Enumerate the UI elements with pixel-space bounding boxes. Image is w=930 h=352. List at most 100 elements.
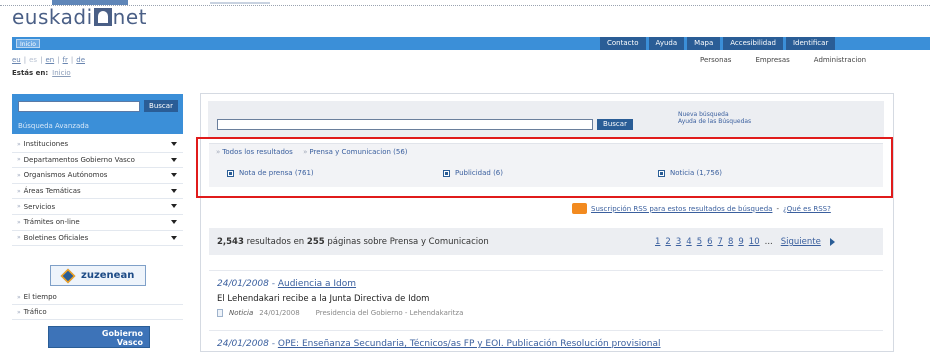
result-divider: [209, 330, 883, 331]
rss-what-link[interactable]: ¿Qué es RSS?: [783, 205, 831, 213]
result-date: 24/01/2008: [217, 279, 269, 289]
bullet-icon: »: [17, 308, 21, 316]
sidebar-item-label: Trámites on-line: [23, 218, 80, 227]
bullet-icon: »: [17, 203, 21, 211]
sidebar-item-tramites[interactable]: » Trámites on-line: [12, 215, 183, 231]
result-title-text: Audiencia a Idom: [277, 279, 357, 289]
sidebar-item-label: Servicios: [23, 202, 56, 211]
zuzenean-logo-icon: [60, 268, 76, 283]
rss-separator: -: [776, 204, 779, 213]
gobierno-vasco-banner[interactable]: Gobierno Vasco: [48, 326, 150, 348]
bullet-icon: »: [17, 171, 21, 179]
inicio-button[interactable]: Inicio: [16, 39, 40, 48]
result-title-2[interactable]: 24/01/2008 - OPE: Enseñanza Secundaria, …: [217, 339, 661, 349]
logo-text-right: net: [112, 5, 147, 29]
sidebar-item-organismos[interactable]: » Organismos Autónomos: [12, 168, 183, 184]
sidebar-item-label: Instituciones: [23, 140, 69, 149]
results-summary: 2,543 resultados en 255 páginas sobre Pr…: [217, 237, 489, 247]
sidebar-extra-links: » El tiempo » Tráfico: [12, 290, 183, 320]
zuzenean-banner[interactable]: zuzenean: [50, 265, 146, 286]
sidebar-item-trafico[interactable]: » Tráfico: [12, 305, 183, 320]
page-link[interactable]: 4: [686, 237, 691, 247]
next-page-link[interactable]: Siguiente: [781, 237, 821, 247]
lang-fr[interactable]: fr: [63, 56, 68, 64]
chevron-down-icon: [171, 142, 177, 146]
sidebar-item-tiempo[interactable]: » El tiempo: [12, 290, 183, 305]
highlight-annotation: [196, 137, 893, 198]
result-divider: [209, 270, 883, 271]
page-link[interactable]: 2: [665, 237, 670, 247]
page-link[interactable]: 8: [728, 237, 733, 247]
tab-contacto[interactable]: Contacto: [600, 37, 646, 50]
zuzenean-label: zuzenean: [81, 270, 135, 281]
breadcrumb-label: Estás en:: [12, 69, 49, 77]
results-text: páginas sobre Prensa y Comunicacion: [327, 237, 489, 247]
sidebar-item-label: Áreas Temáticas: [23, 187, 81, 196]
logo-text-left: euskadi: [12, 5, 93, 29]
sidebar-search-input[interactable]: [18, 101, 140, 112]
sidebar-item-label: Boletines Oficiales: [23, 233, 89, 242]
tab-accesibilidad[interactable]: Accesibilidad: [723, 37, 783, 50]
result-meta-date: 24/01/2008: [259, 309, 300, 317]
lang-en[interactable]: en: [45, 56, 54, 64]
top-nav-tabs: Contacto Ayuda Mapa Accesibilidad Identi…: [600, 37, 836, 50]
result-meta: Noticia 24/01/2008 Presidencia del Gobie…: [217, 309, 463, 317]
page-link[interactable]: 10: [749, 237, 760, 247]
sidebar-menu: » Instituciones » Departamentos Gobierno V…: [12, 137, 183, 247]
page-link[interactable]: 3: [676, 237, 681, 247]
results-text: resultados en: [246, 237, 305, 247]
search-input[interactable]: [217, 119, 593, 130]
page-link[interactable]: 6: [707, 237, 712, 247]
page-link[interactable]: 1: [655, 237, 660, 247]
bullet-icon: »: [17, 218, 21, 226]
result-title-1[interactable]: 24/01/2008 - Audiencia a Idom: [217, 279, 356, 289]
rss-bar: Suscripción RSS para estos resultados de…: [572, 203, 831, 214]
page-link[interactable]: 5: [697, 237, 702, 247]
page-link[interactable]: 9: [738, 237, 743, 247]
sidebar-item-label: Tráfico: [23, 308, 47, 316]
chevron-down-icon: [171, 204, 177, 209]
header-decoration: [210, 2, 270, 4]
link-administracion[interactable]: Administracion: [814, 56, 866, 64]
audience-links: Personas Empresas Administracion: [700, 56, 866, 64]
chevron-down-icon: [171, 188, 177, 193]
sidebar-item-servicios[interactable]: » Servicios: [12, 199, 183, 215]
bullet-icon: »: [17, 140, 21, 148]
tab-mapa[interactable]: Mapa: [687, 37, 721, 50]
pagination: 1 2 3 4 5 6 7 8 9 10 ... Siguiente: [655, 237, 835, 247]
search-button[interactable]: Buscar: [597, 119, 633, 130]
chevron-down-icon: [171, 235, 177, 240]
logo-square-icon: [93, 8, 112, 26]
page-link[interactable]: 7: [718, 237, 723, 247]
sidebar-item-departamentos[interactable]: » Departamentos Gobierno Vasco: [12, 153, 183, 169]
lang-de[interactable]: de: [76, 56, 85, 64]
new-search-link[interactable]: Nueva búsqueda: [678, 111, 751, 118]
document-icon: [217, 309, 223, 317]
link-personas[interactable]: Personas: [700, 56, 731, 64]
breadcrumb: Estás en: Inicio: [12, 69, 71, 77]
tab-identificar[interactable]: Identificar: [785, 37, 836, 50]
sidebar-item-label: El tiempo: [23, 293, 57, 301]
rss-subscribe-link[interactable]: Suscripción RSS para estos resultados de…: [591, 205, 772, 213]
sidebar-search-button[interactable]: Buscar: [144, 100, 178, 112]
lang-es: es: [29, 56, 38, 64]
lang-eu[interactable]: eu: [12, 56, 21, 64]
advanced-search-link[interactable]: Búsqueda Avanzada: [18, 122, 89, 130]
euskadi-logo[interactable]: euskadi net: [12, 5, 147, 29]
link-empresas[interactable]: Empresas: [755, 56, 789, 64]
tab-ayuda[interactable]: Ayuda: [648, 37, 685, 50]
rss-icon[interactable]: [572, 203, 587, 214]
sidebar-item-instituciones[interactable]: » Instituciones: [12, 137, 183, 153]
sidebar-item-boletines[interactable]: » Boletines Oficiales: [12, 231, 183, 247]
gobierno-line1: Gobierno: [101, 329, 143, 338]
result-description: El Lehendakari recibe a la Junta Directi…: [217, 294, 430, 304]
bullet-icon: »: [17, 156, 21, 164]
breadcrumb-inicio[interactable]: Inicio: [52, 69, 71, 77]
result-type: Noticia: [229, 309, 254, 317]
results-count: 2,543: [217, 237, 244, 247]
sidebar-item-areas[interactable]: » Áreas Temáticas: [12, 184, 183, 200]
next-arrow-icon[interactable]: [829, 238, 835, 246]
chevron-down-icon: [171, 173, 177, 178]
result-title-text: OPE: Enseñanza Secundaria, Técnicos/as F…: [277, 339, 661, 349]
search-help-link[interactable]: Ayuda de las Búsquedas: [678, 118, 751, 125]
